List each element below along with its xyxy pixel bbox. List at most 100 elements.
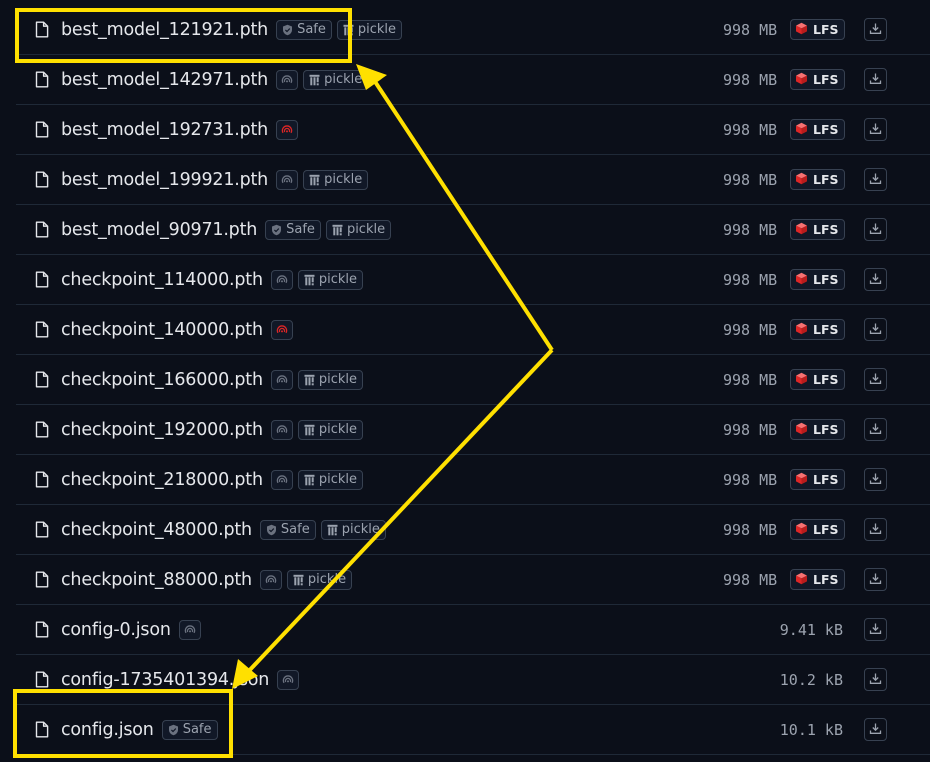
file-row[interactable]: best_model_199921.pth pickle 998 MB LFS	[16, 155, 930, 205]
scan-status-icon[interactable]	[270, 369, 293, 390]
file-icon	[35, 271, 49, 288]
lfs-badge[interactable]: LFS	[790, 469, 845, 490]
file-row[interactable]: config-0.json 9.41 kB	[16, 605, 930, 655]
lfs-badge[interactable]: LFS	[790, 569, 845, 590]
lfs-label: LFS	[813, 472, 839, 487]
file-name-link[interactable]: checkpoint_192000.pth	[61, 420, 263, 440]
lfs-label: LFS	[813, 522, 839, 537]
download-button[interactable]	[864, 518, 887, 541]
download-button[interactable]	[864, 218, 887, 241]
lfs-badge[interactable]: LFS	[790, 419, 845, 440]
file-row[interactable]: checkpoint_192000.pth pickle 998 MB LFS	[16, 405, 930, 455]
download-button[interactable]	[864, 68, 887, 91]
scan-status-icon[interactable]	[277, 669, 300, 690]
download-button[interactable]	[864, 418, 887, 441]
lfs-badge[interactable]: LFS	[790, 519, 845, 540]
lfs-label: LFS	[813, 22, 839, 37]
lfs-badge[interactable]: LFS	[790, 269, 845, 290]
file-size: 998 MB	[723, 20, 778, 39]
file-row[interactable]: config-1735401394.json 10.2 kB	[16, 655, 930, 705]
download-button[interactable]	[864, 468, 887, 491]
pickle-badge[interactable]: pickle	[320, 519, 386, 540]
file-icon	[35, 21, 49, 38]
pickle-badge[interactable]: pickle	[297, 469, 364, 490]
file-icon	[35, 571, 49, 588]
download-icon	[869, 420, 882, 439]
file-icon	[35, 621, 49, 638]
file-name-link[interactable]: best_model_142971.pth	[61, 70, 268, 90]
file-name-link[interactable]: checkpoint_166000.pth	[61, 370, 263, 390]
file-name-link[interactable]: checkpoint_218000.pth	[61, 470, 263, 490]
scan-status-icon[interactable]	[276, 169, 299, 190]
badge-label: pickle	[346, 222, 386, 237]
file-name-link[interactable]: checkpoint_140000.pth	[61, 320, 263, 340]
file-name-link[interactable]: config-1735401394.json	[61, 670, 269, 690]
file-row[interactable]: checkpoint_140000.pth 998 MB LFS	[16, 305, 930, 355]
file-row[interactable]: checkpoint_48000.pth Safe pickle 998 MB LFS	[16, 505, 930, 555]
lfs-badge[interactable]: LFS	[790, 219, 845, 240]
download-icon	[869, 320, 882, 339]
lfs-badge[interactable]: LFS	[790, 319, 845, 340]
download-button[interactable]	[864, 618, 887, 641]
scan-warning-icon[interactable]	[270, 319, 293, 340]
download-button[interactable]	[864, 668, 887, 691]
file-row[interactable]: checkpoint_218000.pth pickle 998 MB LFS	[16, 455, 930, 505]
download-button[interactable]	[864, 118, 887, 141]
lfs-badge[interactable]: LFS	[790, 119, 845, 140]
file-name-link[interactable]: best_model_90971.pth	[61, 220, 257, 240]
download-button[interactable]	[864, 268, 887, 291]
pickle-badge[interactable]: pickle	[297, 369, 364, 390]
scan-status-icon[interactable]	[270, 469, 293, 490]
file-name-group: best_model_199921.pth pickle	[61, 155, 369, 204]
badge-label: pickle	[318, 272, 358, 287]
pickle-badge[interactable]: pickle	[336, 19, 403, 40]
pickle-icon	[293, 574, 304, 586]
lfs-badge[interactable]: LFS	[790, 369, 845, 390]
file-icon	[35, 721, 49, 738]
safe-badge[interactable]: Safe	[276, 19, 332, 40]
safe-badge[interactable]: Safe	[265, 219, 321, 240]
badge-label: Safe	[297, 22, 326, 37]
download-button[interactable]	[864, 368, 887, 391]
scan-status-icon[interactable]	[270, 269, 293, 290]
safe-badge[interactable]: Safe	[259, 519, 316, 540]
pickle-badge[interactable]: pickle	[297, 419, 364, 440]
pickle-badge[interactable]: pickle	[303, 69, 369, 90]
file-name-link[interactable]: best_model_121921.pth	[61, 20, 268, 40]
download-button[interactable]	[864, 18, 887, 41]
file-name-link[interactable]: config.json	[61, 720, 154, 740]
file-icon	[35, 321, 49, 338]
pickle-badge[interactable]: pickle	[325, 219, 392, 240]
file-row[interactable]: checkpoint_166000.pth pickle 998 MB LFS	[16, 355, 930, 405]
file-name-link[interactable]: checkpoint_114000.pth	[61, 270, 263, 290]
scan-status-icon[interactable]	[270, 419, 293, 440]
scan-status-icon[interactable]	[178, 619, 201, 640]
lfs-badge[interactable]: LFS	[790, 169, 845, 190]
pickle-badge[interactable]: pickle	[297, 269, 364, 290]
scan-status-icon[interactable]	[259, 569, 282, 590]
file-name-link[interactable]: best_model_199921.pth	[61, 170, 268, 190]
pickle-badge[interactable]: pickle	[303, 169, 369, 190]
file-name-link[interactable]: best_model_192731.pth	[61, 120, 268, 140]
scan-warning-icon[interactable]	[276, 119, 299, 140]
file-row[interactable]: best_model_90971.pth Safe pickle 998 MB LFS	[16, 205, 930, 255]
file-name-link[interactable]: config-0.json	[61, 620, 171, 640]
safe-badge[interactable]: Safe	[161, 719, 218, 740]
file-row[interactable]: best_model_192731.pth 998 MB LFS	[16, 105, 930, 155]
download-button[interactable]	[864, 318, 887, 341]
lfs-badge[interactable]: LFS	[790, 19, 845, 40]
download-button[interactable]	[864, 168, 887, 191]
file-name-link[interactable]: checkpoint_88000.pth	[61, 570, 252, 590]
pickle-badge[interactable]: pickle	[286, 569, 353, 590]
file-row[interactable]: best_model_121921.pth Safe pickle 998 MB LFS	[16, 5, 930, 55]
download-button[interactable]	[864, 718, 887, 741]
file-row[interactable]: checkpoint_114000.pth pickle 998 MB LFS	[16, 255, 930, 305]
file-row[interactable]: checkpoint_88000.pth pickle 998 MB LFS	[16, 555, 930, 605]
file-row[interactable]: best_model_142971.pth pickle 998 MB LFS	[16, 55, 930, 105]
download-button[interactable]	[864, 568, 887, 591]
scan-status-icon[interactable]	[276, 69, 299, 90]
file-name-link[interactable]: checkpoint_48000.pth	[61, 520, 252, 540]
file-row[interactable]: config.json Safe 10.1 kB	[16, 705, 930, 755]
file-size: 998 MB	[723, 370, 778, 389]
lfs-badge[interactable]: LFS	[790, 69, 845, 90]
